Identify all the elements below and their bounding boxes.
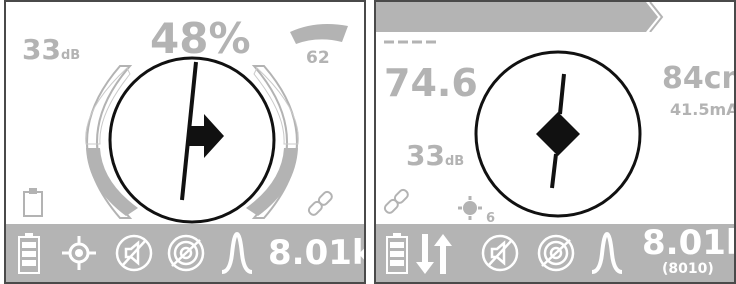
frequency-readout: 8.01k [268,233,366,273]
status-bar: 8.01k [6,224,364,282]
locate-screen-right: 74.6 84cm 41.5mA 33dB 6 [374,0,736,284]
status-bar: 8.01k (8010) [376,224,734,282]
frequency-readout: 8.01k [642,223,734,263]
speaker-muted-icon [480,232,520,274]
frequency-code: (8010) [662,261,714,277]
speaker-muted-icon [114,232,154,274]
target-icon [62,232,96,274]
battery-icon [18,232,40,274]
peak-mode-icon [590,232,624,274]
battery-icon [386,232,408,274]
peak-mode-icon [220,232,254,274]
up-down-arrows-icon [416,232,452,274]
locate-screen-left: 33dB 48% 62 8.01k [4,0,366,284]
signal-rings-icon [166,232,206,274]
signal-rings-icon [536,232,576,274]
